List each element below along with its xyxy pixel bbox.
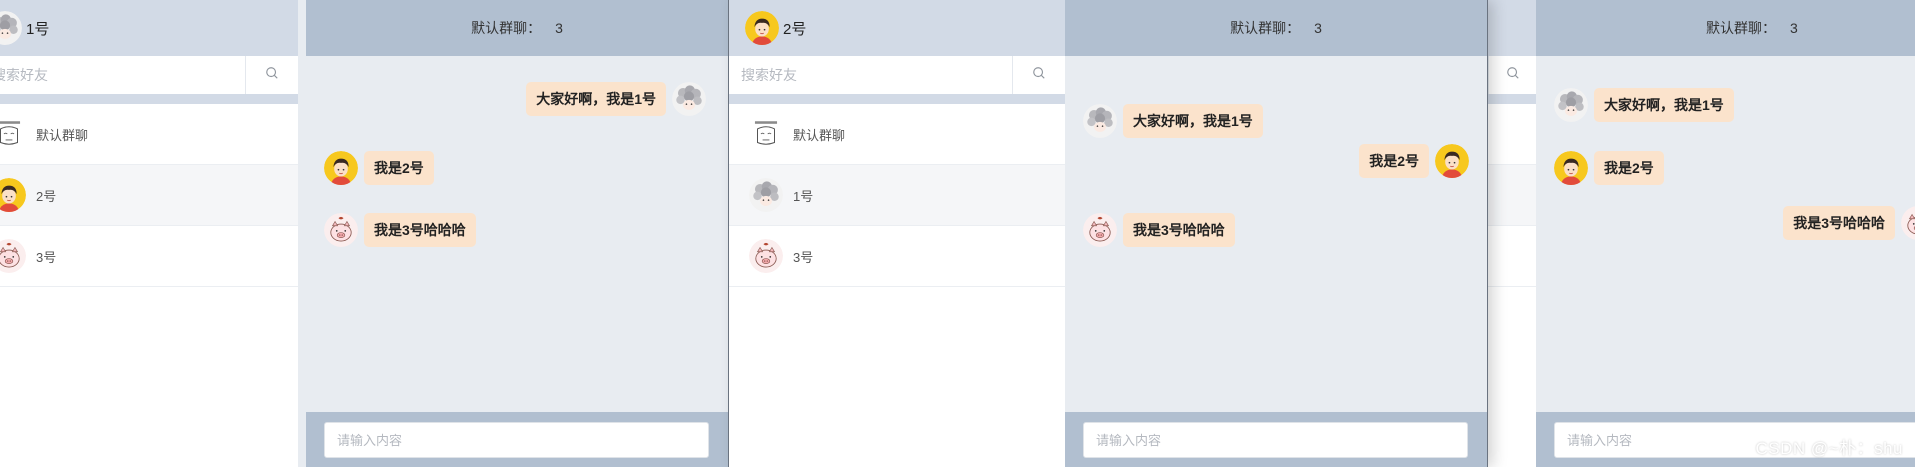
contact-name: 默认群聊 [793,127,846,143]
contact-item[interactable]: 默认群聊 [0,104,298,165]
contact-name: 1号 [793,188,814,204]
message-row: 我是2号 [1359,144,1469,178]
curly-avatar [1554,88,1588,122]
chat-window-user3: 默认群聊： 3 大家好啊，我是1号 我是2号 我是3号哈哈哈 [1488,0,1915,467]
search-icon [1506,66,1520,85]
boy-avatar [745,11,779,45]
watermark: CSDN @~朴：shu [1755,439,1903,458]
message-row: 我是3号哈哈哈 [1783,206,1915,240]
chat-window-user2: 2号 默认群聊 1号 3号 默认群聊： 3 大家好啊，我是1号 我是2号 [729,0,1487,467]
contact-name: 2号 [36,188,57,204]
search-bar [0,56,298,104]
message-row: 大家好啊，我是1号 [1554,88,1734,122]
message-bubble: 我是2号 [364,151,434,185]
window-divider [1487,0,1488,467]
message-row: 我是2号 [324,151,434,185]
message-row: 大家好啊，我是1号 [1083,104,1263,138]
search-bar [729,56,1065,104]
window-divider [728,0,729,467]
boy-avatar [324,151,358,185]
search-button[interactable] [1012,56,1065,94]
contact-item[interactable]: 默认群聊 [729,104,1065,165]
pig-avatar [1083,213,1117,247]
search-icon [1032,66,1046,85]
message-bubble: 大家好啊，我是1号 [1123,104,1263,138]
message-bubble: 我是3号哈哈哈 [364,213,476,247]
current-user-name: 2号 [783,20,807,38]
sidebar-header: 2号 [729,0,1065,56]
input-bar [306,412,728,467]
sidebar [1488,0,1536,467]
chat-panel: 默认群聊： 3 大家好啊，我是1号 我是2号 我是3号哈哈哈 [306,0,728,467]
search-input[interactable] [0,56,245,94]
group-count: 3 [1790,20,1798,36]
group-title: 默认群聊： [471,20,542,36]
message-bubble: 大家好啊，我是1号 [1594,88,1734,122]
search-bar [1488,56,1536,104]
boy-avatar [0,178,26,212]
group-avatar [749,117,783,151]
message-bubble: 大家好啊，我是1号 [526,82,666,116]
contact-item[interactable]: 1号 [729,165,1065,226]
chat-panel: 默认群聊： 3 大家好啊，我是1号 我是2号 我是3号哈哈哈 [1536,0,1915,467]
contact-name: 3号 [36,249,57,265]
group-count: 3 [1314,20,1322,36]
message-row: 我是2号 [1554,151,1664,185]
chat-header: 默认群聊： 3 [1536,0,1915,56]
boy-avatar [1554,151,1588,185]
pig-avatar [749,239,783,273]
message-input[interactable] [1083,422,1468,458]
search-input[interactable] [729,56,1012,94]
message-bubble: 我是2号 [1594,151,1664,185]
search-button[interactable] [1488,56,1536,94]
sidebar-header: 1号 [0,0,298,56]
sidebar: 1号 默认群聊 2号 3号 [0,0,298,467]
boy-avatar [1435,144,1469,178]
message-row: 大家好啊，我是1号 [526,82,706,116]
contact-item[interactable]: 2号 [0,165,298,226]
chat-header: 默认群聊： 3 [306,0,728,56]
contact-item[interactable]: 3号 [729,226,1065,287]
group-count: 3 [555,20,563,36]
curly-avatar [672,82,706,116]
group-title: 默认群聊： [1706,20,1776,36]
group-avatar [0,117,26,151]
search-icon [265,66,279,85]
contact-item[interactable]: 3号 [0,226,298,287]
message-bubble: 我是3号哈哈哈 [1783,206,1895,240]
contact-name: 3号 [793,249,814,265]
message-row: 我是3号哈哈哈 [324,213,476,247]
input-bar [1065,412,1487,467]
chat-header: 默认群聊： 3 [1065,0,1487,56]
search-button[interactable] [245,56,298,94]
contact-item[interactable] [1488,104,1536,165]
curly-avatar [749,178,783,212]
message-bubble: 我是3号哈哈哈 [1123,213,1235,247]
curly-avatar [1083,104,1117,138]
pig-avatar [324,213,358,247]
pig-avatar [1901,206,1915,240]
contact-item[interactable] [1488,165,1536,226]
chat-window-user1: 1号 默认群聊 2号 3号 默认群聊： 3 大家好啊，我是1号 我 [0,0,728,467]
current-user-name: 1号 [26,20,50,38]
sidebar: 2号 默认群聊 1号 3号 [729,0,1065,467]
chat-panel: 默认群聊： 3 大家好啊，我是1号 我是2号 我是3号哈哈哈 [1065,0,1487,467]
contact-name: 默认群聊 [36,127,89,143]
message-row: 我是3号哈哈哈 [1083,213,1235,247]
contact-item[interactable] [1488,226,1536,287]
curly-avatar [0,11,22,45]
message-bubble: 我是2号 [1359,144,1429,178]
group-title: 默认群聊： [1230,20,1301,36]
message-input[interactable] [324,422,709,458]
pig-avatar [0,239,26,273]
sidebar-header [1488,0,1536,56]
